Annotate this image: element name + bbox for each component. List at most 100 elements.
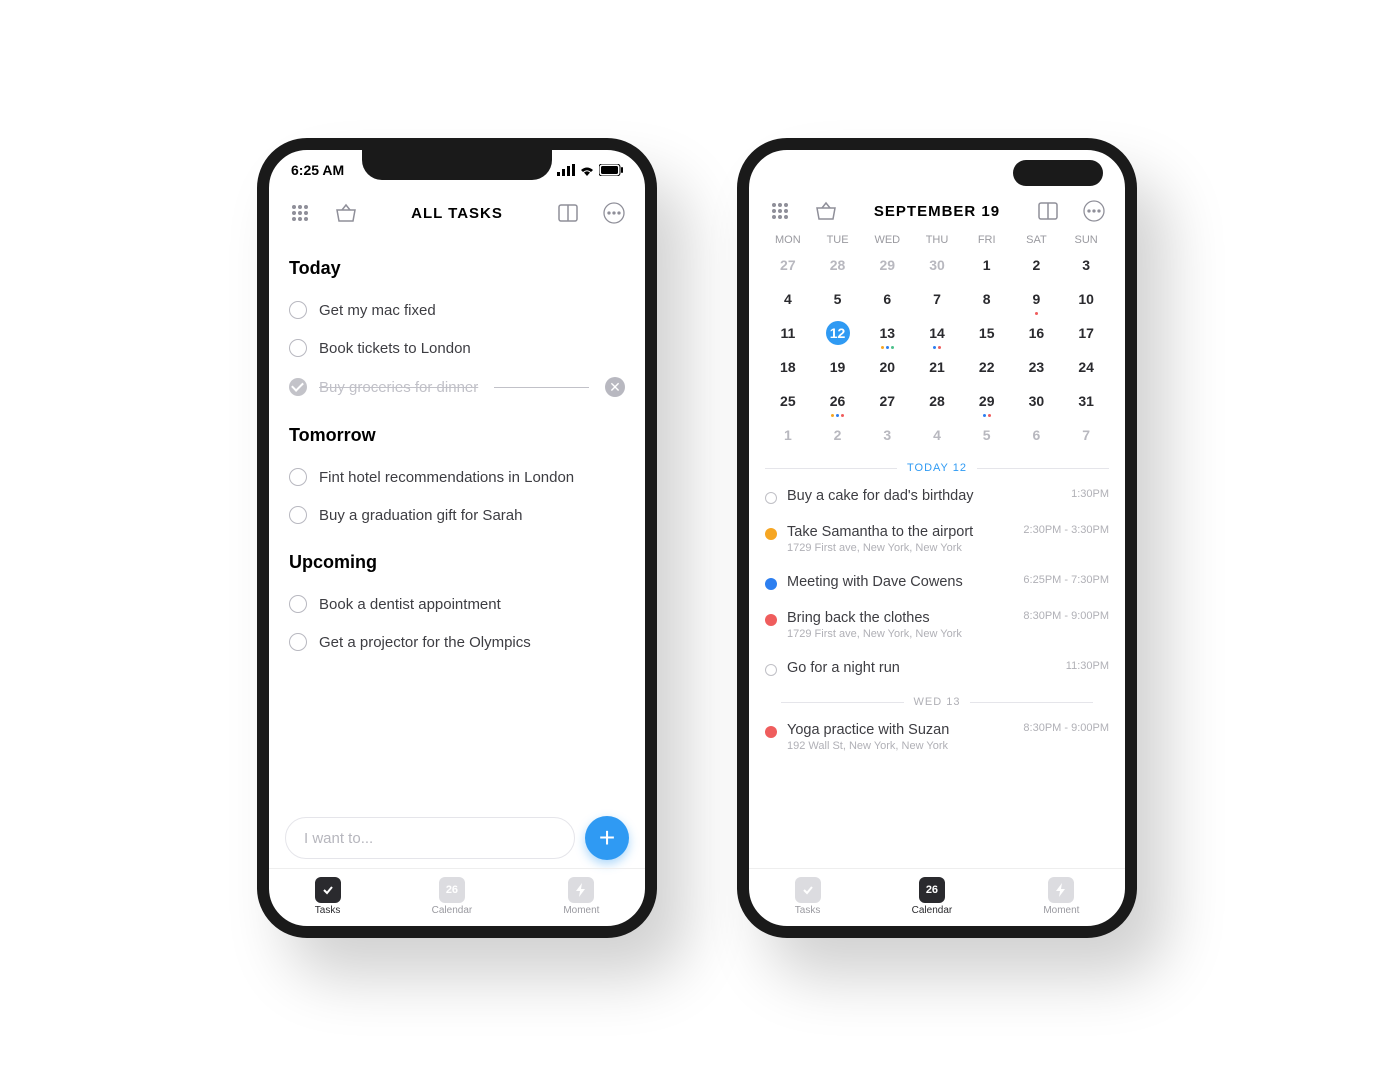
tab-label: Tasks	[315, 905, 341, 916]
calendar-day[interactable]: 15	[962, 319, 1012, 347]
task-checkbox[interactable]	[289, 301, 307, 319]
event-row[interactable]: Meeting with Dave Cowens6:25PM - 7:30PM	[765, 564, 1109, 600]
calendar-day[interactable]: 1	[763, 421, 813, 449]
task-checkbox[interactable]	[289, 595, 307, 613]
calendar-day[interactable]: 3	[862, 421, 912, 449]
day-number: 2	[1024, 253, 1048, 277]
tab-tasks[interactable]: Tasks	[315, 877, 341, 916]
tab-bar: Tasks 26Calendar Moment	[269, 868, 645, 926]
day-number: 4	[925, 423, 949, 447]
tab-calendar[interactable]: 26Calendar	[912, 877, 953, 916]
delete-task-icon[interactable]: ✕	[605, 377, 625, 397]
calendar-day[interactable]: 18	[763, 353, 813, 381]
calendar-day[interactable]: 14	[912, 319, 962, 347]
calendar-day[interactable]: 12	[813, 319, 863, 347]
calendar-day[interactable]: 4	[912, 421, 962, 449]
more-icon[interactable]	[1081, 198, 1107, 224]
grid-menu-icon[interactable]	[767, 198, 793, 224]
calendar-day[interactable]: 16	[1012, 319, 1062, 347]
task-text: Buy groceries for dinner	[319, 379, 478, 396]
day-number: 28	[925, 389, 949, 413]
task-row[interactable]: Buy groceries for dinner ✕	[289, 367, 625, 407]
task-text: Buy a graduation gift for Sarah	[319, 507, 522, 524]
calendar-day[interactable]: 7	[1061, 421, 1111, 449]
bolt-icon	[568, 877, 594, 903]
calendar-day[interactable]: 20	[862, 353, 912, 381]
calendar-day[interactable]: 7	[912, 285, 962, 313]
new-task-input[interactable]: I want to...	[285, 817, 575, 859]
calendar-day[interactable]: 10	[1061, 285, 1111, 313]
calendar-day[interactable]: 28	[912, 387, 962, 415]
calendar-day[interactable]: 6	[862, 285, 912, 313]
calendar-day[interactable]: 27	[862, 387, 912, 415]
event-title: Meeting with Dave Cowens	[787, 574, 1013, 590]
task-checkbox[interactable]	[289, 506, 307, 524]
tab-moment[interactable]: Moment	[1043, 877, 1079, 916]
event-row[interactable]: Go for a night run11:30PM	[765, 650, 1109, 686]
calendar-day[interactable]: 17	[1061, 319, 1111, 347]
task-checkbox[interactable]	[289, 339, 307, 357]
calendar-day[interactable]: 25	[763, 387, 813, 415]
task-row[interactable]: Get a projector for the Olympics	[289, 623, 625, 661]
add-task-button[interactable]: +	[585, 816, 629, 860]
event-row[interactable]: Take Samantha to the airport1729 First a…	[765, 514, 1109, 564]
calendar-day[interactable]: 29	[862, 251, 912, 279]
calendar-day[interactable]: 24	[1061, 353, 1111, 381]
task-row[interactable]: Buy a graduation gift for Sarah	[289, 496, 625, 534]
day-number: 17	[1074, 321, 1098, 345]
day-number: 12	[826, 321, 850, 345]
calendar-day[interactable]: 11	[763, 319, 813, 347]
calendar-day[interactable]: 9	[1012, 285, 1062, 313]
event-row[interactable]: Buy a cake for dad's birthday1:30PM	[765, 478, 1109, 514]
calendar-day[interactable]: 22	[962, 353, 1012, 381]
calendar-day[interactable]: 2	[813, 421, 863, 449]
day-number: 6	[875, 287, 899, 311]
calendar-day[interactable]: 13	[862, 319, 912, 347]
basket-icon[interactable]	[813, 198, 839, 224]
day-number: 15	[975, 321, 999, 345]
calendar-day[interactable]: 19	[813, 353, 863, 381]
calendar-day[interactable]: 21	[912, 353, 962, 381]
calendar-day[interactable]: 30	[1012, 387, 1062, 415]
weekday-label: TUE	[813, 234, 863, 246]
section-title: Upcoming	[289, 552, 625, 573]
calendar-day[interactable]: 4	[763, 285, 813, 313]
calendar-day[interactable]: 2	[1012, 251, 1062, 279]
iphone-device: 6:25 AM	[257, 138, 657, 938]
task-row[interactable]: Book tickets to London	[289, 329, 625, 367]
task-row[interactable]: Get my mac fixed	[289, 291, 625, 329]
task-checkbox[interactable]	[289, 633, 307, 651]
calendar-day[interactable]: 30	[912, 251, 962, 279]
calendar-day[interactable]: 8	[962, 285, 1012, 313]
task-checkbox[interactable]	[289, 468, 307, 486]
grid-menu-icon[interactable]	[287, 200, 313, 226]
tab-tasks[interactable]: Tasks	[795, 877, 821, 916]
calendar-day[interactable]: 29	[962, 387, 1012, 415]
event-row[interactable]: Yoga practice with Suzan192 Wall St, New…	[765, 712, 1109, 762]
task-row[interactable]: Fint hotel recommendations in London	[289, 458, 625, 496]
calendar-day[interactable]: 5	[813, 285, 863, 313]
calendar-day[interactable]: 1	[962, 251, 1012, 279]
calendar-day[interactable]: 23	[1012, 353, 1062, 381]
event-time: 8:30PM - 9:00PM	[1023, 610, 1109, 622]
basket-icon[interactable]	[333, 200, 359, 226]
calendar-day[interactable]: 28	[813, 251, 863, 279]
calendar-day[interactable]: 6	[1012, 421, 1062, 449]
event-row[interactable]: Bring back the clothes1729 First ave, Ne…	[765, 600, 1109, 650]
calendar-day[interactable]: 31	[1061, 387, 1111, 415]
day-number: 18	[776, 355, 800, 379]
task-checkbox[interactable]	[289, 378, 307, 396]
calendar-day[interactable]: 3	[1061, 251, 1111, 279]
calendar-day[interactable]: 27	[763, 251, 813, 279]
day-number: 5	[826, 287, 850, 311]
more-icon[interactable]	[601, 200, 627, 226]
calendar-day[interactable]: 26	[813, 387, 863, 415]
tab-moment[interactable]: Moment	[563, 877, 599, 916]
day-number: 14	[925, 321, 949, 345]
tab-calendar[interactable]: 26Calendar	[432, 877, 473, 916]
book-icon[interactable]	[1035, 198, 1061, 224]
calendar-day[interactable]: 5	[962, 421, 1012, 449]
book-icon[interactable]	[555, 200, 581, 226]
event-title: Buy a cake for dad's birthday	[787, 488, 1061, 504]
task-row[interactable]: Book a dentist appointment	[289, 585, 625, 623]
